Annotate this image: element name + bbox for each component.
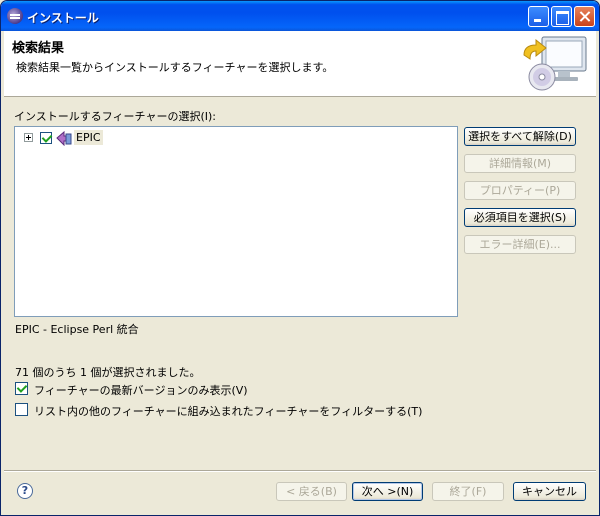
show-latest-checkbox[interactable] [15, 382, 28, 395]
finish-button[interactable]: 終了(F) [432, 482, 504, 501]
feature-checkbox[interactable] [40, 132, 52, 144]
title-bar[interactable]: インストール [1, 1, 599, 31]
deselect-all-button[interactable]: 選択をすべて解除(D) [464, 127, 576, 146]
show-latest-label[interactable]: フィーチャーの最新バージョンのみ表示(V) [34, 382, 248, 398]
wizard-banner: 検索結果 検索結果一覧からインストールするフィーチャーを選択します。 [4, 31, 596, 97]
feature-list-label: インストールするフィーチャーの選択(I): [14, 110, 216, 123]
filter-included-label[interactable]: リスト内の他のフィーチャーに組み込まれたフィーチャーをフィルターする(T) [34, 403, 422, 419]
banner-title: 検索結果 [12, 41, 65, 56]
expand-icon[interactable] [24, 133, 33, 142]
feature-icon [56, 131, 72, 146]
back-button[interactable]: < 戻る(B) [276, 482, 347, 501]
maximize-button[interactable] [551, 6, 572, 27]
cancel-button[interactable]: キャンセル [513, 482, 586, 501]
help-icon[interactable]: ? [17, 483, 33, 499]
window-title: インストール [27, 11, 99, 25]
more-info-button[interactable]: 詳細情報(M) [464, 154, 576, 173]
filter-included-checkbox[interactable] [15, 403, 28, 416]
selection-count-text: 71 個のうち 1 個が選択されました。 [15, 366, 201, 379]
footer-separator [4, 470, 596, 472]
eclipse-icon [7, 8, 23, 24]
minimize-button[interactable] [528, 6, 549, 27]
close-button[interactable] [574, 6, 595, 27]
next-button[interactable]: 次へ >(N) [352, 482, 423, 501]
feature-tree[interactable]: EPIC [14, 126, 458, 317]
install-dialog: インストール 検索結果 検索結果一覧からインストールするフィーチャーを選択します… [0, 0, 600, 516]
feature-description: EPIC - Eclipse Perl 統合 [15, 323, 139, 336]
properties-button[interactable]: プロパティー(P) [464, 181, 576, 200]
select-required-button[interactable]: 必須項目を選択(S) [464, 208, 576, 227]
install-wizard-icon [523, 36, 587, 91]
error-details-button[interactable]: エラー詳細(E)... [464, 235, 576, 254]
banner-description: 検索結果一覧からインストールするフィーチャーを選択します。 [16, 61, 334, 74]
tree-item-label: EPIC [74, 130, 103, 145]
